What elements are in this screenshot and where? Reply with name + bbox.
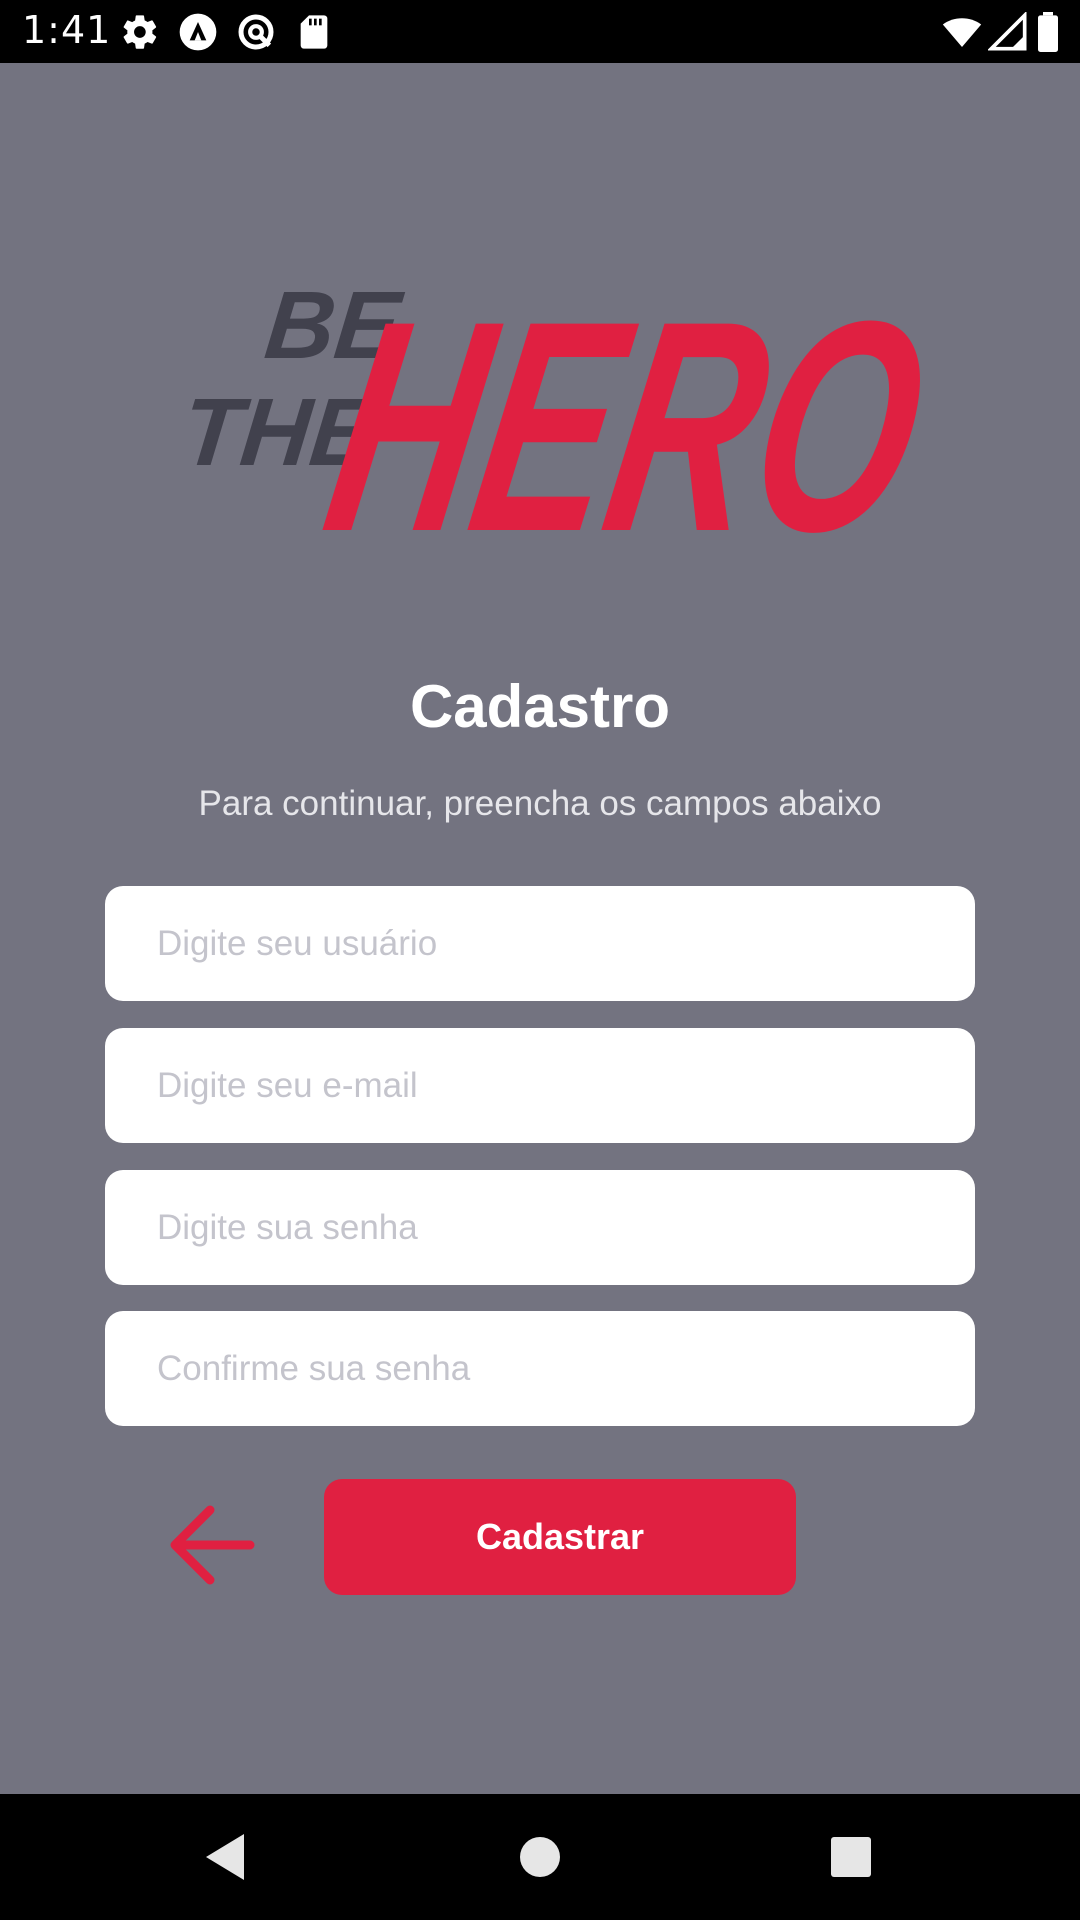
page-title: Cadastro	[409, 673, 671, 740]
back-triangle-icon[interactable]	[192, 1824, 258, 1890]
launcher-icon	[178, 12, 218, 52]
gear-icon	[120, 12, 160, 52]
navigation-bar	[0, 1794, 1080, 1920]
password-input[interactable]	[105, 1170, 975, 1285]
logo-hero-text: HERO	[307, 259, 946, 594]
wifi-icon	[940, 12, 986, 52]
data-saver-icon	[236, 12, 276, 52]
status-bar: 1:41	[0, 0, 1080, 63]
battery-icon	[1036, 12, 1062, 53]
be-the-hero-logo: BE THE HERO	[177, 240, 946, 594]
email-input[interactable]	[105, 1028, 975, 1143]
recents-square-icon[interactable]	[818, 1824, 884, 1890]
arrow-left-icon[interactable]	[160, 1495, 260, 1595]
sd-card-icon	[294, 12, 334, 52]
screen: 1:41 BE THE HERO Cadastro Para continuar…	[0, 0, 1080, 1920]
register-button[interactable]: Cadastrar	[324, 1479, 796, 1595]
username-input[interactable]	[105, 886, 975, 1001]
status-time: 1:41	[22, 8, 112, 52]
home-circle-icon[interactable]	[507, 1824, 573, 1890]
confirm-password-input[interactable]	[105, 1311, 975, 1426]
signal-icon	[986, 10, 1028, 52]
page-subtitle: Para continuar, preencha os campos abaix…	[198, 784, 882, 823]
